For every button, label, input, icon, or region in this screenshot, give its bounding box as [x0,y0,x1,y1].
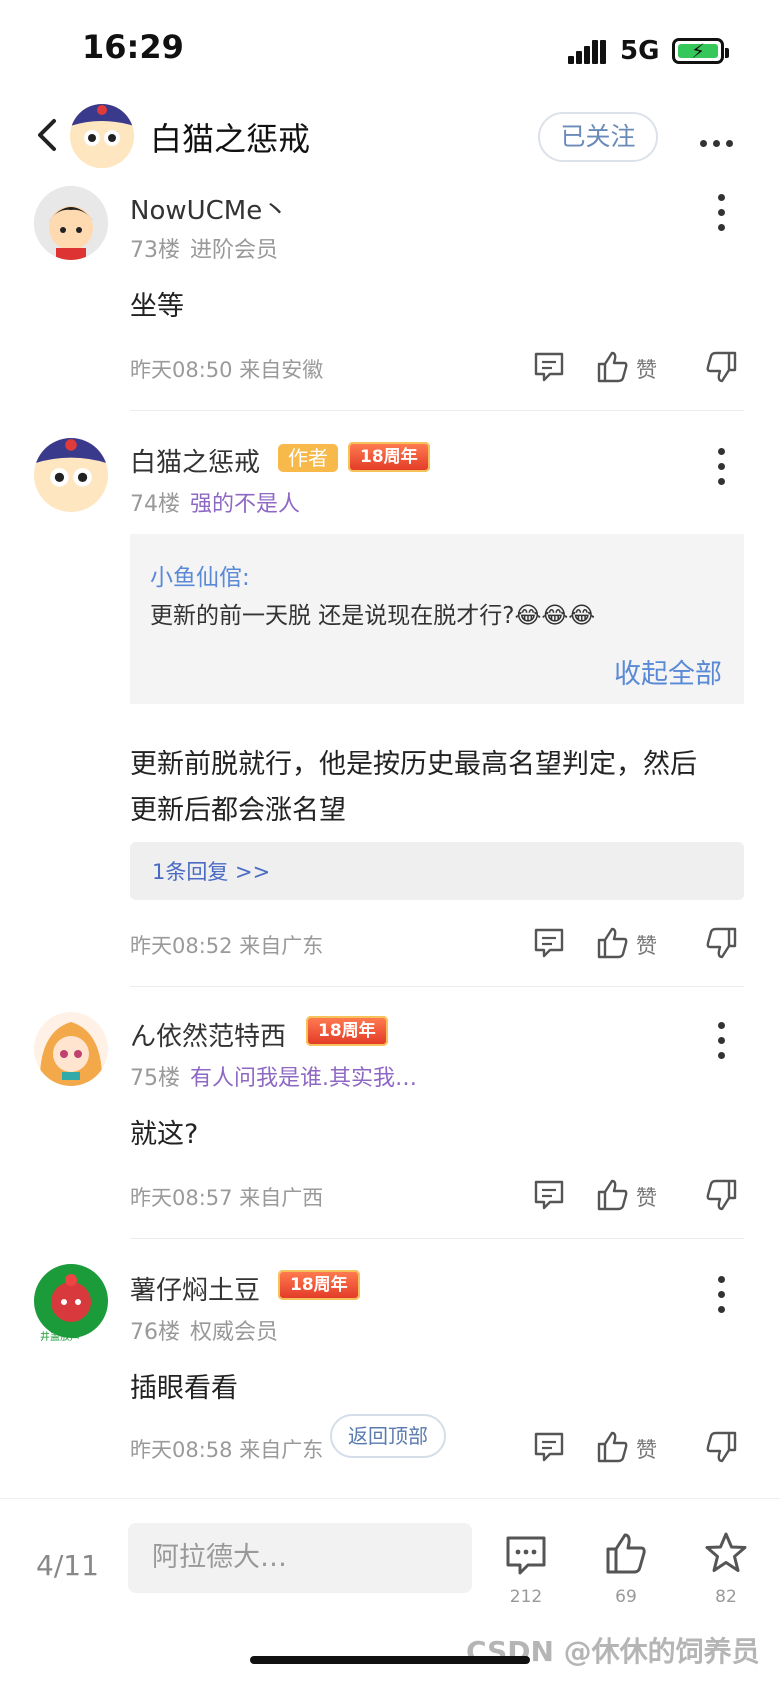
reply-link-box[interactable]: 1条回复 >> [130,842,744,900]
star-count: 82 [715,1587,737,1607]
avatar[interactable] [34,438,108,512]
anniversary-badge: 18周年 [348,442,430,472]
member-level: 进阶会员 [190,238,279,263]
like-label[interactable]: 赞 [636,354,657,384]
divider [130,410,744,411]
thumb-down-icon[interactable] [704,350,738,384]
page-title: 白猫之惩戒 [150,120,311,158]
comment-icon[interactable] [532,1430,566,1464]
floor-number: 76楼 [130,1320,180,1345]
post-meta: 73楼 进阶会员 [130,232,278,264]
post-time: 昨天08:58 来自广东 [130,1438,324,1462]
post-time: 昨天08:50 来自安徽 [130,358,324,382]
comment-icon[interactable] [532,1178,566,1212]
thumb-down-icon[interactable] [704,926,738,960]
floor-number: 75楼 [130,1066,180,1091]
username[interactable]: 薯仔焖土豆 [130,1270,260,1307]
username[interactable]: 白猫之惩戒 [130,442,260,479]
header-avatar[interactable] [70,104,134,168]
post-meta: 74楼 强的不是人 [130,486,300,518]
member-level: 权威会员 [190,1320,279,1345]
member-title: 强的不是人 [190,492,301,517]
divider [130,1238,744,1239]
avatar[interactable] [34,1012,108,1086]
comment-icon[interactable] [504,1533,548,1577]
comment-count: 212 [509,1587,543,1607]
avatar[interactable] [34,1264,108,1338]
battery-icon: ⚡ [672,38,729,64]
back-icon[interactable] [36,118,58,152]
home-indicator[interactable] [250,1656,530,1664]
like-label[interactable]: 赞 [636,1434,657,1464]
post-meta: 75楼 有人问我是谁.其实我… [130,1060,417,1092]
floor-number: 73楼 [130,238,180,263]
thumb-up-icon[interactable] [596,350,630,384]
collapse-button[interactable]: 收起全部 [614,652,722,691]
author-badge: 作者 [278,442,338,472]
thumb-down-icon[interactable] [704,1430,738,1464]
thumb-down-icon[interactable] [704,1178,738,1212]
anniversary-badge: 18周年 [306,1016,388,1046]
thumb-up-icon[interactable] [596,926,630,960]
post-content: 坐等 [130,291,184,322]
page-indicator[interactable]: 4/11 [36,1549,99,1582]
post-content: 就这? [130,1119,199,1150]
quote-block: 小鱼仙倌: 更新的前一天脱 还是说现在脱才行?😂😂😂 收起全部 [130,534,744,704]
post-meta: 76楼 权威会员 [130,1314,278,1346]
floor-number: 74楼 [130,492,180,517]
quote-text: 更新的前一天脱 还是说现在脱才行?😂😂😂 [150,603,596,629]
status-time: 16:29 [82,28,184,66]
more-icon[interactable] [718,1022,726,1067]
avatar[interactable] [34,186,108,260]
thumb-up-icon[interactable] [604,1531,648,1575]
post-content: 插眼看看 [130,1373,238,1404]
watermark: CSDN @休休的饲养员 [466,1635,760,1668]
comment-icon[interactable] [532,926,566,960]
quote-user[interactable]: 小鱼仙倌: [150,558,250,592]
more-icon[interactable] [700,132,739,151]
post-time: 昨天08:52 来自广东 [130,934,324,958]
username[interactable]: ん依然范特西 [130,1016,286,1053]
thumb-up-icon[interactable] [596,1430,630,1464]
anniversary-badge: 18周年 [278,1270,360,1300]
reply-link[interactable]: 1条回复 >> [152,856,270,886]
back-to-top-button[interactable]: 返回顶部 [330,1414,446,1458]
post-content-line: 更新前脱就行，他是按历史最高名望判定，然后 [130,749,697,780]
member-title: 有人问我是谁.其实我… [190,1066,417,1091]
follow-button[interactable]: 已关注 [538,112,658,162]
signal-icon [568,40,606,64]
divider [130,986,744,987]
star-icon[interactable] [704,1531,748,1575]
post-time: 昨天08:57 来自广西 [130,1186,324,1210]
avatar-caption: 井盖放声 [40,1332,80,1343]
network-label: 5G [620,36,660,66]
post-content-line: 更新后都会涨名望 [130,795,346,826]
comment-icon[interactable] [532,350,566,384]
thumb-up-icon[interactable] [596,1178,630,1212]
post-content: 更新前脱就行，他是按历史最高名望判定，然后 更新后都会涨名望 [130,742,697,834]
more-icon[interactable] [718,194,726,239]
more-icon[interactable] [718,448,726,493]
more-icon[interactable] [718,1276,726,1321]
like-label[interactable]: 赞 [636,930,657,960]
comment-input[interactable]: 阿拉德大… [128,1523,472,1593]
like-label[interactable]: 赞 [636,1182,657,1212]
like-count: 69 [615,1587,637,1607]
username[interactable]: NowUCMe丶 [130,190,288,227]
